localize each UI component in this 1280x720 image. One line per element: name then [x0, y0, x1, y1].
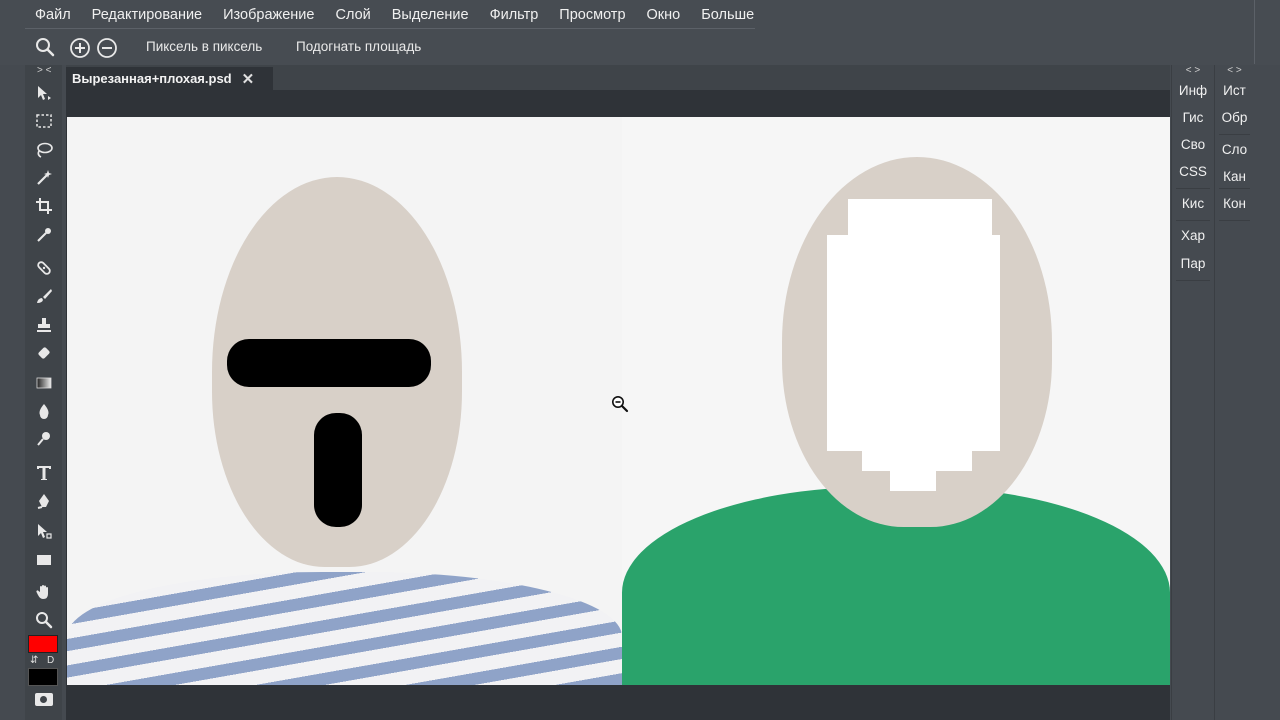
- lasso-icon[interactable]: [32, 139, 56, 161]
- menu-filter[interactable]: Фильтр: [490, 7, 539, 23]
- right-white-mask-top: [848, 199, 992, 239]
- menu-edit[interactable]: Редактирование: [92, 7, 202, 23]
- panel-separator: [1219, 134, 1250, 135]
- menubar-right-line: [1254, 0, 1255, 64]
- panel-separator: [1176, 280, 1210, 281]
- image-canvas[interactable]: [67, 117, 1170, 685]
- zoom-in-icon[interactable]: [69, 37, 91, 59]
- magic-wand-icon[interactable]: [32, 167, 56, 189]
- menu-bar: Файл Редактирование Изображение Слой Выд…: [0, 0, 1280, 29]
- quick-mask-icon[interactable]: [35, 693, 53, 706]
- dodge-icon[interactable]: [32, 428, 56, 450]
- left-figure-torso: [67, 572, 622, 685]
- panel-paths[interactable]: Кон: [1215, 196, 1254, 211]
- panel-swatches[interactable]: Обр: [1215, 110, 1254, 125]
- crop-icon[interactable]: [32, 195, 56, 217]
- document-tab-title: Вырезанная+плохая.psd: [72, 71, 232, 86]
- menu-more[interactable]: Больше: [701, 7, 754, 23]
- panel-separator: [1219, 188, 1250, 189]
- panel-info[interactable]: Инф: [1172, 83, 1214, 98]
- pen-icon[interactable]: [32, 490, 56, 512]
- canvas-bottom-margin: [66, 685, 1170, 720]
- menu-layer[interactable]: Слой: [335, 7, 370, 23]
- clone-stamp-icon[interactable]: [32, 314, 56, 336]
- zoom-tool-icon[interactable]: [35, 37, 55, 57]
- left-photo-region: [67, 117, 622, 685]
- rect-select-icon[interactable]: [32, 110, 56, 132]
- blur-icon[interactable]: [32, 400, 56, 422]
- left-redaction-bar-vertical: [314, 413, 362, 527]
- left-redaction-bar-horizontal: [227, 339, 431, 387]
- panel-properties[interactable]: Сво: [1172, 137, 1214, 152]
- toolbar-collapse-toggle[interactable]: > <: [37, 65, 51, 76]
- tool-panel: > < ⇵ D: [25, 65, 62, 720]
- menu-view[interactable]: Просмотр: [559, 7, 625, 23]
- zoom-out-cursor-icon: [611, 395, 629, 413]
- zoom-icon[interactable]: [32, 609, 56, 631]
- eyedropper-icon[interactable]: [32, 224, 56, 246]
- panel-collapse-toggle-left[interactable]: < >: [1172, 65, 1214, 76]
- right-white-mask-main: [827, 235, 1000, 451]
- background-color-swatch[interactable]: [28, 668, 58, 686]
- panel-column-right: < > Ист Обр Сло Кан Кон: [1214, 65, 1254, 720]
- panel-layers[interactable]: Сло: [1215, 142, 1254, 157]
- healing-brush-icon[interactable]: [32, 257, 56, 279]
- menu-window[interactable]: Окно: [647, 7, 681, 23]
- type-icon[interactable]: [32, 462, 56, 484]
- tab-strip: Вырезанная+плохая.psd ✕: [66, 65, 1170, 90]
- right-photo-region: [622, 117, 1170, 685]
- path-select-icon[interactable]: [32, 520, 56, 542]
- brush-icon[interactable]: [32, 285, 56, 307]
- eraser-icon[interactable]: [32, 343, 56, 365]
- menu-select[interactable]: Выделение: [392, 7, 469, 23]
- panel-history[interactable]: Ист: [1215, 83, 1254, 98]
- menu-image[interactable]: Изображение: [223, 7, 314, 23]
- document-area: Вырезанная+плохая.psd ✕: [66, 65, 1170, 720]
- panel-css[interactable]: CSS: [1172, 164, 1214, 179]
- zoom-out-icon[interactable]: [96, 37, 118, 59]
- menu-file[interactable]: Файл: [35, 7, 71, 23]
- foreground-color-swatch[interactable]: [28, 635, 58, 653]
- panel-brushes[interactable]: Кис: [1172, 196, 1214, 211]
- gradient-icon[interactable]: [32, 372, 56, 394]
- panel-separator: [1219, 220, 1250, 221]
- panel-collapse-toggle-right[interactable]: < >: [1215, 65, 1254, 76]
- panel-edge-strip: [1254, 65, 1280, 720]
- pixel-to-pixel-button[interactable]: Пиксель в пиксель: [146, 39, 262, 54]
- panel-column-left: < > Инф Гис Сво CSS Кис Хар Пар: [1171, 65, 1214, 720]
- fit-area-button[interactable]: Подогнать площадь: [296, 39, 421, 54]
- right-white-mask-bottom: [890, 467, 936, 491]
- panel-histogram[interactable]: Гис: [1172, 110, 1214, 125]
- document-tab[interactable]: Вырезанная+плохая.psd ✕: [66, 67, 273, 90]
- panel-separator: [1176, 188, 1210, 189]
- panel-character[interactable]: Хар: [1172, 228, 1214, 243]
- default-colors-button[interactable]: D: [47, 655, 54, 666]
- close-tab-icon[interactable]: ✕: [242, 70, 255, 88]
- panel-paragraph[interactable]: Пар: [1172, 256, 1214, 271]
- hand-icon[interactable]: [32, 581, 56, 603]
- panel-channels[interactable]: Кан: [1215, 169, 1254, 184]
- options-bar: Пиксель в пиксель Подогнать площадь: [0, 29, 1280, 65]
- swap-colors-icon[interactable]: ⇵: [30, 655, 38, 666]
- rectangle-shape-icon[interactable]: [32, 549, 56, 571]
- panel-separator: [1176, 220, 1210, 221]
- move-tool-icon[interactable]: [32, 82, 56, 104]
